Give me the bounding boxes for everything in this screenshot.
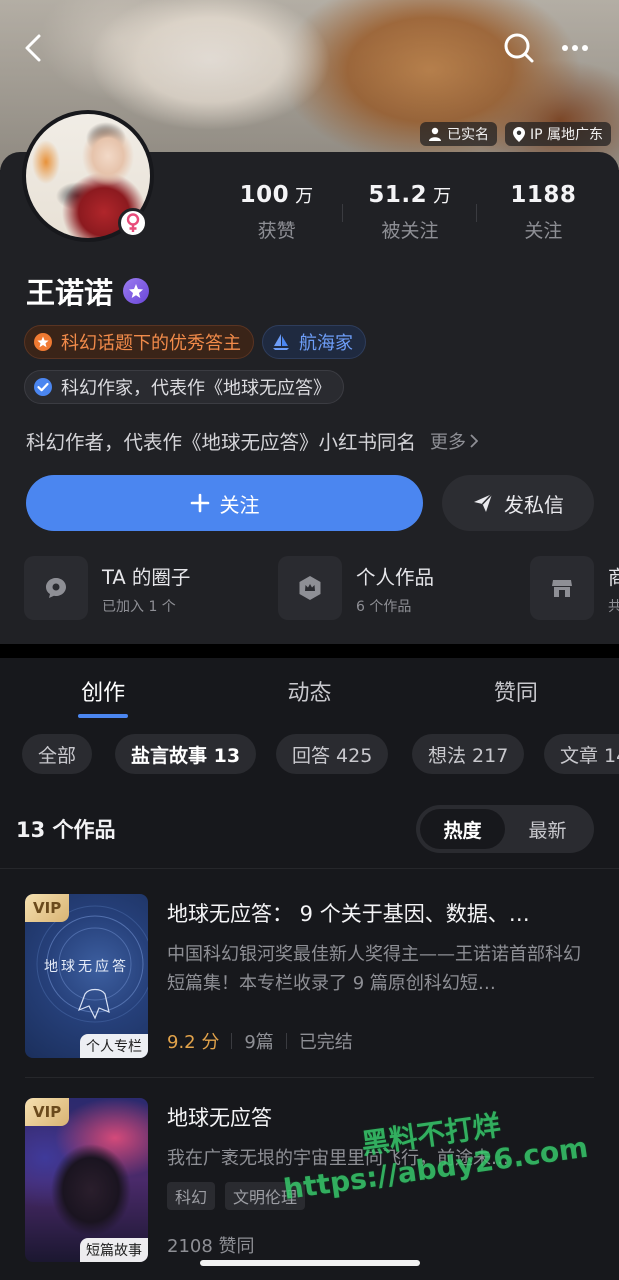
search-icon [504,33,534,63]
sort-hot[interactable]: 热度 [420,809,505,849]
shortcut-circle-title: TA 的圈子 [102,565,191,589]
likes-unit: 万 [295,186,314,207]
back-button[interactable] [12,26,56,70]
follow-button[interactable]: 关注 [26,475,423,531]
user-name-row: 王诺诺 [26,270,150,312]
ip-location-badge[interactable]: IP 属地广东 [504,122,611,146]
item-description: 中国科幻银河奖最佳新人奖得主——王诺诺首部科幻短篇集！本专栏收录了 9 篇原创科… [167,944,581,994]
more-dots-icon [562,45,588,51]
likes-label: 获赞 [257,220,296,242]
tag[interactable]: 科幻 [167,1182,216,1210]
column-type-label: 个人专栏 [80,1034,148,1058]
medal-icon [34,333,52,351]
item-meta: 9.2 分 9篇 已完结 [167,1028,353,1054]
verify-row: 已实名 IP 属地广东 [419,122,611,146]
item-cover: 地球无应答 VIP 个人专栏 [25,894,148,1058]
more-options-button[interactable] [553,26,597,70]
shortcut-shop-sub: 共 [608,598,619,615]
followers-count: 51.2 [368,182,428,208]
shortcut-shop-title: 商 [608,565,619,589]
sailboat-icon [273,334,289,350]
bio-text: 科幻作者，代表作《地球无应答》小红书同名 [26,431,417,454]
location-pin-icon [512,126,525,142]
chip-answers[interactable]: 回答 425 [276,734,389,774]
item-parts: 9篇 [244,1032,274,1053]
shortcut-circle[interactable]: TA 的圈子 已加入 1 个 [24,556,190,620]
bio-more-label: 更多 [430,431,467,453]
person-icon [428,127,441,141]
send-message-label: 发私信 [504,492,564,517]
item-title: 地球无应答： 9 个关于基因、数据、… [167,902,530,926]
shortcut-shop[interactable]: 商 共 [530,556,619,620]
send-message-button[interactable]: 发私信 [442,475,594,531]
vip-badge: VIP [25,1098,70,1126]
stats-bar: 100 万 获赞 51.2 万 被关注 1188 关注 [210,182,610,243]
female-gender-badge [118,208,148,238]
home-indicator[interactable] [200,1260,420,1266]
filter-chips: 全部 盐言故事 13 回答 425 想法 217 文章 14 [22,734,619,774]
tab-activity[interactable]: 动态 [206,660,412,722]
sort-toggle: 热度 最新 [416,805,594,853]
writer-verified-label: 科幻作家，代表作《地球无应答》 [61,378,331,399]
followers-unit: 万 [433,186,452,207]
crown-hexagon-icon [299,576,321,600]
chip-thoughts[interactable]: 想法 217 [412,734,525,774]
female-icon [126,213,140,232]
shortcut-circle-sub: 已加入 1 个 [102,598,176,615]
sort-newest[interactable]: 最新 [505,809,590,849]
follow-label: 关注 [219,492,260,517]
shortcut-works[interactable]: 个人作品 6 个作品 [278,556,434,620]
item-score: 9.2 分 [167,1032,220,1053]
shop-icon [552,580,572,597]
honor-badges: 科幻话题下的优秀答主 航海家 [24,325,366,359]
followers-label: 被关注 [381,220,439,242]
content-tabs: 创作 动态 赞同 [0,660,619,722]
shortcut-works-title: 个人作品 [356,565,435,589]
paper-plane-icon [474,493,493,512]
vip-badge: VIP [25,894,70,922]
following-label: 关注 [524,220,563,242]
item-meta: 2108 赞同 [167,1232,255,1258]
likes-count: 100 [239,182,290,208]
chip-articles[interactable]: 文章 14 [544,734,619,774]
excellent-answerer-label: 科幻话题下的优秀答主 [61,333,241,354]
item-status: 已完结 [298,1032,353,1053]
tab-creations[interactable]: 创作 [0,660,206,722]
stat-followers[interactable]: 51.2 万 被关注 [343,182,477,243]
tab-upvoted[interactable]: 赞同 [413,660,619,722]
item-cover: VIP 短篇故事 [25,1098,148,1262]
shortcut-works-sub: 6 个作品 [356,598,412,615]
verified-check-icon [34,378,52,396]
excellent-answerer-badge[interactable]: 科幻话题下的优秀答主 [24,325,254,359]
chip-salt-stories[interactable]: 盐言故事 13 [115,734,257,774]
navigator-label: 航海家 [299,333,353,354]
user-name: 王诺诺 [26,276,114,310]
shortcut-row: TA 的圈子 已加入 1 个 个人作品 6 个作品 商 共 [24,556,619,620]
profile-page: 已实名 IP 属地广东 100 万 获赞 51.2 万 被关注 1188 关注 王诺… [0,0,619,1280]
real-name-badge[interactable]: 已实名 [419,122,497,146]
ip-location-text: IP 属地广东 [529,127,603,143]
real-name-text: 已实名 [446,127,489,143]
story-type-label: 短篇故事 [80,1238,148,1262]
chevron-right-icon [470,433,479,448]
chevron-left-icon [25,34,41,62]
works-count: 13 个作品 [16,818,116,842]
active-tab-indicator [78,714,128,718]
search-button[interactable] [497,26,541,70]
plus-icon [190,493,209,513]
cover-title: 地球无应答 [44,959,129,975]
navigator-badge[interactable]: 航海家 [262,325,366,359]
stat-following[interactable]: 1188 关注 [477,182,610,243]
bio-row: 科幻作者，代表作《地球无应答》小红书同名 更多 [26,426,479,455]
item-upvotes: 2108 赞同 [167,1236,255,1257]
creator-level-icon[interactable] [123,278,150,304]
chat-bubble-icon [46,578,66,598]
writer-verified-badge[interactable]: 科幻作家，代表作《地球无应答》 [24,370,344,404]
following-count: 1188 [510,182,577,208]
bio-more-link[interactable]: 更多 [430,428,479,454]
chip-all[interactable]: 全部 [22,734,93,774]
stat-likes[interactable]: 100 万 获赞 [210,182,344,243]
